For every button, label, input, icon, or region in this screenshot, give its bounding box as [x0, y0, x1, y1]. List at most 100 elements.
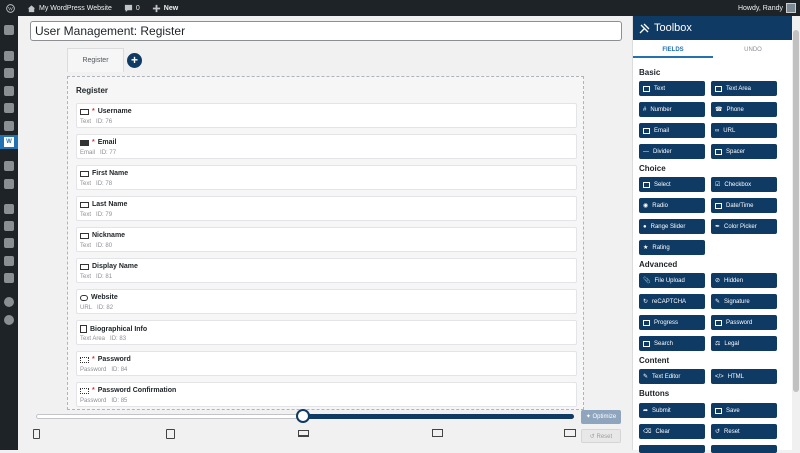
add-select-button[interactable]: Select: [639, 177, 705, 192]
add-submit-button[interactable]: ➦ Submit: [639, 403, 705, 418]
tablet-device-icon[interactable]: [166, 429, 175, 439]
tab-undo[interactable]: UNDO: [713, 44, 793, 58]
add-button-partial[interactable]: [711, 445, 777, 453]
tools-icon: [639, 23, 650, 33]
field-last-name[interactable]: Last Name Text ID: 79: [76, 196, 577, 221]
users-icon[interactable]: [4, 238, 14, 248]
add-date-time-button[interactable]: Date/Time: [711, 198, 777, 213]
add-clear-button[interactable]: ⌫ Clear: [639, 424, 705, 439]
appearance-icon[interactable]: [4, 204, 14, 214]
add-progress-button[interactable]: Progress: [639, 315, 705, 330]
field-label-row: Biographical Info: [80, 325, 147, 333]
recaptcha-icon: ↻: [643, 299, 649, 305]
add-range-slider-button[interactable]: ● Range Slider: [639, 219, 705, 234]
desktop-device-icon[interactable]: [432, 429, 443, 437]
eraser-icon: ⌫: [643, 429, 652, 435]
field-email[interactable]: * Email Email ID: 77: [76, 134, 577, 159]
pin-icon[interactable]: [4, 121, 14, 131]
email-field-icon: [80, 139, 89, 146]
field-label-row: Last Name: [80, 201, 127, 208]
add-search-button[interactable]: Search: [639, 336, 705, 351]
divider-icon: —: [643, 148, 649, 155]
form-title-input[interactable]: User Management: Register: [30, 21, 622, 41]
add-url-button[interactable]: ∞ URL: [711, 123, 777, 138]
pages-icon[interactable]: [4, 86, 14, 96]
field-display-name[interactable]: Display Name Text ID: 81: [76, 258, 577, 283]
field-first-name[interactable]: First Name Text ID: 78: [76, 165, 577, 190]
button-label: Email: [654, 127, 670, 134]
account-menu[interactable]: Howdy, Randy: [738, 3, 800, 13]
add-spacer-button[interactable]: Spacer: [711, 144, 777, 159]
products-icon[interactable]: [4, 179, 14, 189]
button-label: Submit: [652, 407, 671, 414]
field-biographical-info[interactable]: Biographical Info Text Area ID: 83: [76, 320, 577, 345]
new-content-link[interactable]: New: [146, 0, 184, 16]
add-color-picker-button[interactable]: ✒ Color Picker: [711, 219, 777, 234]
posts-icon[interactable]: [4, 51, 14, 61]
section-choice: Choice: [639, 164, 666, 173]
circle-menu-icon[interactable]: [4, 297, 14, 307]
button-label: Color Picker: [724, 223, 757, 230]
optimize-button[interactable]: ✦ Optimize: [581, 410, 621, 424]
field-password-confirmation[interactable]: * Password Confirmation Password ID: 85: [76, 382, 577, 407]
add-divider-button[interactable]: — Divider: [639, 144, 705, 159]
add-email-button[interactable]: Email: [639, 123, 705, 138]
forms-plugin-icon[interactable]: W: [0, 135, 18, 149]
site-name-link[interactable]: My WordPress Website: [21, 0, 118, 16]
tools-icon[interactable]: [4, 256, 14, 266]
widescreen-device-icon[interactable]: [564, 429, 576, 437]
comments-link[interactable]: 0: [118, 0, 146, 16]
tab-fields[interactable]: FIELDS: [633, 44, 713, 58]
button-label: Search: [654, 340, 674, 347]
add-html-button[interactable]: </> HTML: [711, 369, 777, 384]
preview-width-slider-fill: [303, 414, 574, 419]
mobile-device-icon[interactable]: [33, 429, 40, 439]
wordpress-logo-menu[interactable]: W: [0, 0, 21, 16]
button-label: HTML: [727, 373, 745, 380]
field-label-row: * Email: [80, 139, 116, 146]
add-tab-button[interactable]: +: [127, 53, 142, 68]
field-name: Username: [97, 108, 132, 115]
media-icon[interactable]: [4, 68, 14, 78]
add-file-upload-button[interactable]: 📎 File Upload: [639, 273, 705, 288]
add-rating-button[interactable]: ★ Rating: [639, 240, 705, 255]
woocommerce-icon[interactable]: [4, 161, 14, 171]
add-radio-button[interactable]: ◉ Radio: [639, 198, 705, 213]
add-text-button[interactable]: Text: [639, 81, 705, 96]
add-legal-button[interactable]: ⚖ Legal: [711, 336, 777, 351]
add-text-area-button[interactable]: Text Area: [711, 81, 777, 96]
preview-width-slider-handle[interactable]: [296, 409, 310, 423]
add-number-button[interactable]: # Number: [639, 102, 705, 117]
add-text-editor-button[interactable]: ✎ Text Editor: [639, 369, 705, 384]
settings-icon[interactable]: [4, 273, 14, 283]
field-password[interactable]: * Password Password ID: 84: [76, 351, 577, 376]
add-signature-button[interactable]: ✎ Signature: [711, 294, 777, 309]
star-icon: ★: [643, 245, 649, 251]
field-id: ID: 80: [96, 243, 113, 249]
button-label: Save: [726, 407, 740, 414]
plugins-icon[interactable]: [4, 221, 14, 231]
add-hidden-button[interactable]: ⊘ Hidden: [711, 273, 777, 288]
field-type: Text: [80, 243, 92, 249]
add-password-button[interactable]: Password: [711, 315, 777, 330]
comments-menu-icon[interactable]: [4, 103, 14, 113]
add-phone-button[interactable]: ☎ Phone: [711, 102, 777, 117]
add-checkbox-button[interactable]: ☑ Checkbox: [711, 177, 777, 192]
toolbox-scrollbar-thumb[interactable]: [793, 30, 799, 392]
toolbox-header: Toolbox: [633, 16, 793, 40]
dashboard-icon[interactable]: [4, 25, 14, 35]
add-recaptcha-button[interactable]: ↻ reCAPTCHA: [639, 294, 705, 309]
reset-preview-button[interactable]: ↺ Reset: [581, 429, 621, 443]
field-website[interactable]: Website URL ID: 82: [76, 289, 577, 314]
field-username[interactable]: * Username Text ID: 76: [76, 103, 577, 128]
add-reset-button[interactable]: ↺ Reset: [711, 424, 777, 439]
text-field-icon: [80, 263, 89, 270]
add-button-partial[interactable]: [639, 445, 705, 453]
collapse-menu-icon[interactable]: [4, 315, 14, 325]
field-id: ID: 77: [100, 150, 117, 156]
field-type: Text: [80, 274, 92, 280]
field-nickname[interactable]: Nickname Text ID: 80: [76, 227, 577, 252]
tab-register[interactable]: Register: [67, 48, 124, 72]
add-save-button[interactable]: Save: [711, 403, 777, 418]
laptop-device-icon[interactable]: [298, 430, 309, 437]
